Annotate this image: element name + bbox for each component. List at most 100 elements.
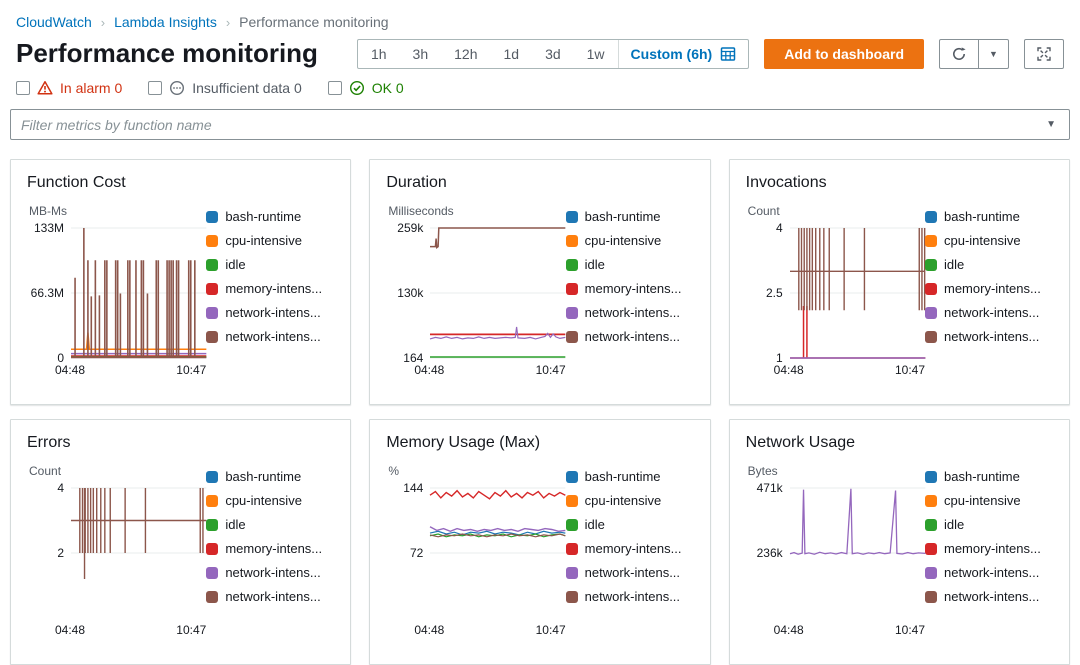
legend-item[interactable]: network-intens...: [206, 565, 334, 580]
time-range-button[interactable]: 3d: [532, 40, 574, 68]
breadcrumb-lambda-insights[interactable]: Lambda Insights: [114, 14, 217, 30]
time-range-button[interactable]: 1w: [574, 40, 618, 68]
x-ticks: 04:48 10:47: [774, 363, 925, 377]
legend-item[interactable]: bash-runtime: [565, 209, 694, 224]
legend-item[interactable]: idle: [206, 257, 334, 272]
chart-plot[interactable]: [71, 488, 206, 618]
legend-item[interactable]: memory-intens...: [925, 541, 1053, 556]
legend-swatch: [206, 566, 219, 579]
plot-column: Count 4 2.5 1 04:48 10:47: [746, 204, 925, 377]
legend-label: bash-runtime: [225, 209, 302, 224]
time-range-button[interactable]: 1h: [358, 40, 400, 68]
time-range-button[interactable]: 12h: [441, 40, 490, 68]
legend-item[interactable]: bash-runtime: [925, 469, 1053, 484]
filter-row: ▼: [0, 96, 1080, 140]
legend-label: network-intens...: [944, 565, 1040, 580]
legend-swatch: [565, 566, 578, 579]
refresh-button[interactable]: [940, 40, 978, 68]
fullscreen-button[interactable]: [1024, 38, 1064, 69]
legend-item[interactable]: memory-intens...: [565, 541, 694, 556]
chart-legend: bash-runtime cpu-intensive idle memory-inte…: [925, 464, 1053, 637]
legend-item[interactable]: memory-intens...: [565, 281, 694, 296]
chart-card: Duration Milliseconds 259k 130k 164 04:48 1…: [369, 159, 711, 405]
legend-swatch: [206, 210, 219, 223]
legend-item[interactable]: idle: [565, 517, 694, 532]
chart-card: Memory Usage (Max) % 144 72 04:48 10:47 ba…: [369, 419, 711, 665]
chart-plot[interactable]: [430, 228, 565, 358]
legend-item[interactable]: cpu-intensive: [565, 233, 694, 248]
legend-item[interactable]: network-intens...: [206, 329, 334, 344]
legend-item[interactable]: cpu-intensive: [565, 493, 694, 508]
legend-item[interactable]: network-intens...: [925, 329, 1053, 344]
legend-item[interactable]: bash-runtime: [206, 209, 334, 224]
legend-label: cpu-intensive: [944, 233, 1021, 248]
legend-label: cpu-intensive: [225, 493, 302, 508]
x-tick-label: 10:47: [535, 363, 566, 377]
chart-plot[interactable]: [430, 488, 565, 618]
chart-legend: bash-runtime cpu-intensive idle memory-inte…: [565, 464, 694, 637]
chart-plot[interactable]: [71, 228, 206, 358]
legend-item[interactable]: bash-runtime: [565, 469, 694, 484]
calendar-grid-icon: [720, 46, 736, 61]
legend-item[interactable]: memory-intens...: [206, 541, 334, 556]
legend-swatch: [925, 566, 937, 579]
add-to-dashboard-button[interactable]: Add to dashboard: [764, 38, 924, 69]
chart-plot[interactable]: [790, 228, 925, 358]
chart-body: Bytes 471k 236k 04:48 10:47 bash-runtime cp…: [746, 464, 1053, 637]
plot-column: Count 42 04:48 10:47: [27, 464, 207, 637]
legend-swatch: [206, 282, 219, 295]
chart-card: Function Cost MB-Ms 133M 66.3M 0 04:48 10:4…: [10, 159, 352, 405]
legend-item[interactable]: cpu-intensive: [206, 493, 334, 508]
legend-item[interactable]: network-intens...: [565, 565, 694, 580]
alarm-state-filters: In alarm 0 Insufficient data 0 OK 0: [0, 69, 1080, 96]
legend-item[interactable]: memory-intens...: [925, 281, 1053, 296]
insufficient-data-checkbox[interactable]: [148, 81, 163, 95]
legend-swatch: [565, 282, 578, 295]
breadcrumb-cloudwatch[interactable]: CloudWatch: [16, 14, 92, 30]
legend-swatch: [565, 518, 578, 531]
y-tick-label: 164: [403, 351, 424, 365]
metric-filter-input[interactable]: [10, 109, 1070, 140]
plot-column: Bytes 471k 236k 04:48 10:47: [746, 464, 925, 637]
legend-item[interactable]: network-intens...: [206, 589, 334, 604]
custom-time-range-button[interactable]: Custom (6h): [617, 39, 749, 68]
legend-item[interactable]: memory-intens...: [206, 281, 334, 296]
refresh-options-button[interactable]: ▼: [978, 39, 1008, 68]
legend-item[interactable]: cpu-intensive: [206, 233, 334, 248]
legend-label: bash-runtime: [584, 469, 661, 484]
legend-item[interactable]: idle: [565, 257, 694, 272]
legend-item[interactable]: idle: [925, 517, 1053, 532]
legend-item[interactable]: network-intens...: [565, 589, 694, 604]
y-tick-label: 72: [409, 546, 424, 560]
chart-title: Function Cost: [27, 174, 126, 191]
legend-label: network-intens...: [584, 589, 681, 604]
time-range-button[interactable]: 3h: [400, 40, 442, 68]
legend-item[interactable]: network-intens...: [925, 565, 1053, 580]
legend-item[interactable]: bash-runtime: [925, 209, 1053, 224]
legend-item[interactable]: network-intens...: [206, 305, 334, 320]
legend-swatch: [206, 470, 219, 483]
x-ticks: 04:48 10:47: [414, 363, 565, 377]
time-range-button[interactable]: 1d: [490, 40, 532, 68]
chart-legend: bash-runtime cpu-intensive idle memory-inte…: [925, 204, 1053, 377]
refresh-icon: [953, 46, 966, 60]
y-tick-label: 2: [57, 546, 64, 560]
legend-label: network-intens...: [584, 305, 681, 320]
legend-label: idle: [225, 517, 246, 532]
legend-item[interactable]: bash-runtime: [206, 469, 334, 484]
legend-item[interactable]: idle: [206, 517, 334, 532]
ok-checkbox[interactable]: [327, 81, 342, 95]
plot-row: 259k 130k 164: [386, 221, 565, 365]
legend-item[interactable]: cpu-intensive: [925, 493, 1053, 508]
in-alarm-checkbox[interactable]: [16, 81, 30, 95]
series-line: [430, 228, 565, 248]
x-tick-label: 04:48: [414, 363, 445, 377]
legend-item[interactable]: cpu-intensive: [925, 233, 1053, 248]
legend-item[interactable]: network-intens...: [925, 305, 1053, 320]
legend-item[interactable]: idle: [925, 257, 1053, 272]
x-tick-label: 04:48: [55, 363, 86, 377]
legend-item[interactable]: network-intens...: [565, 329, 694, 344]
chart-plot[interactable]: [790, 488, 925, 618]
legend-item[interactable]: network-intens...: [565, 305, 694, 320]
legend-item[interactable]: network-intens...: [925, 589, 1053, 604]
